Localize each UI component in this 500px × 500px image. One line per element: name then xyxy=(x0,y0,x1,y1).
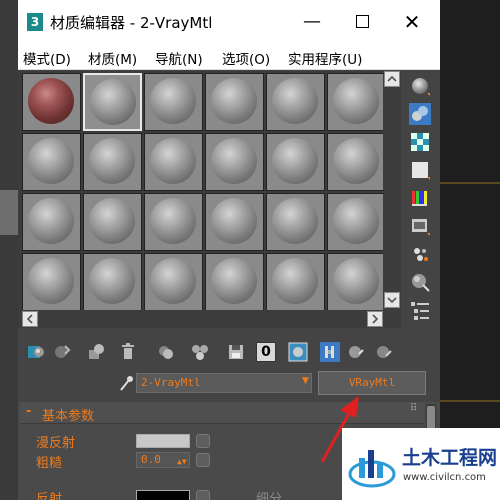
civilcn-logo-icon xyxy=(348,450,396,488)
red-annotation-arrow xyxy=(320,396,359,463)
watermark-badge: 土木工程网 www.civilcn.com xyxy=(342,428,500,500)
watermark-title: 土木工程网 xyxy=(402,447,498,469)
watermark-url: www.civilcn.com xyxy=(403,472,486,483)
